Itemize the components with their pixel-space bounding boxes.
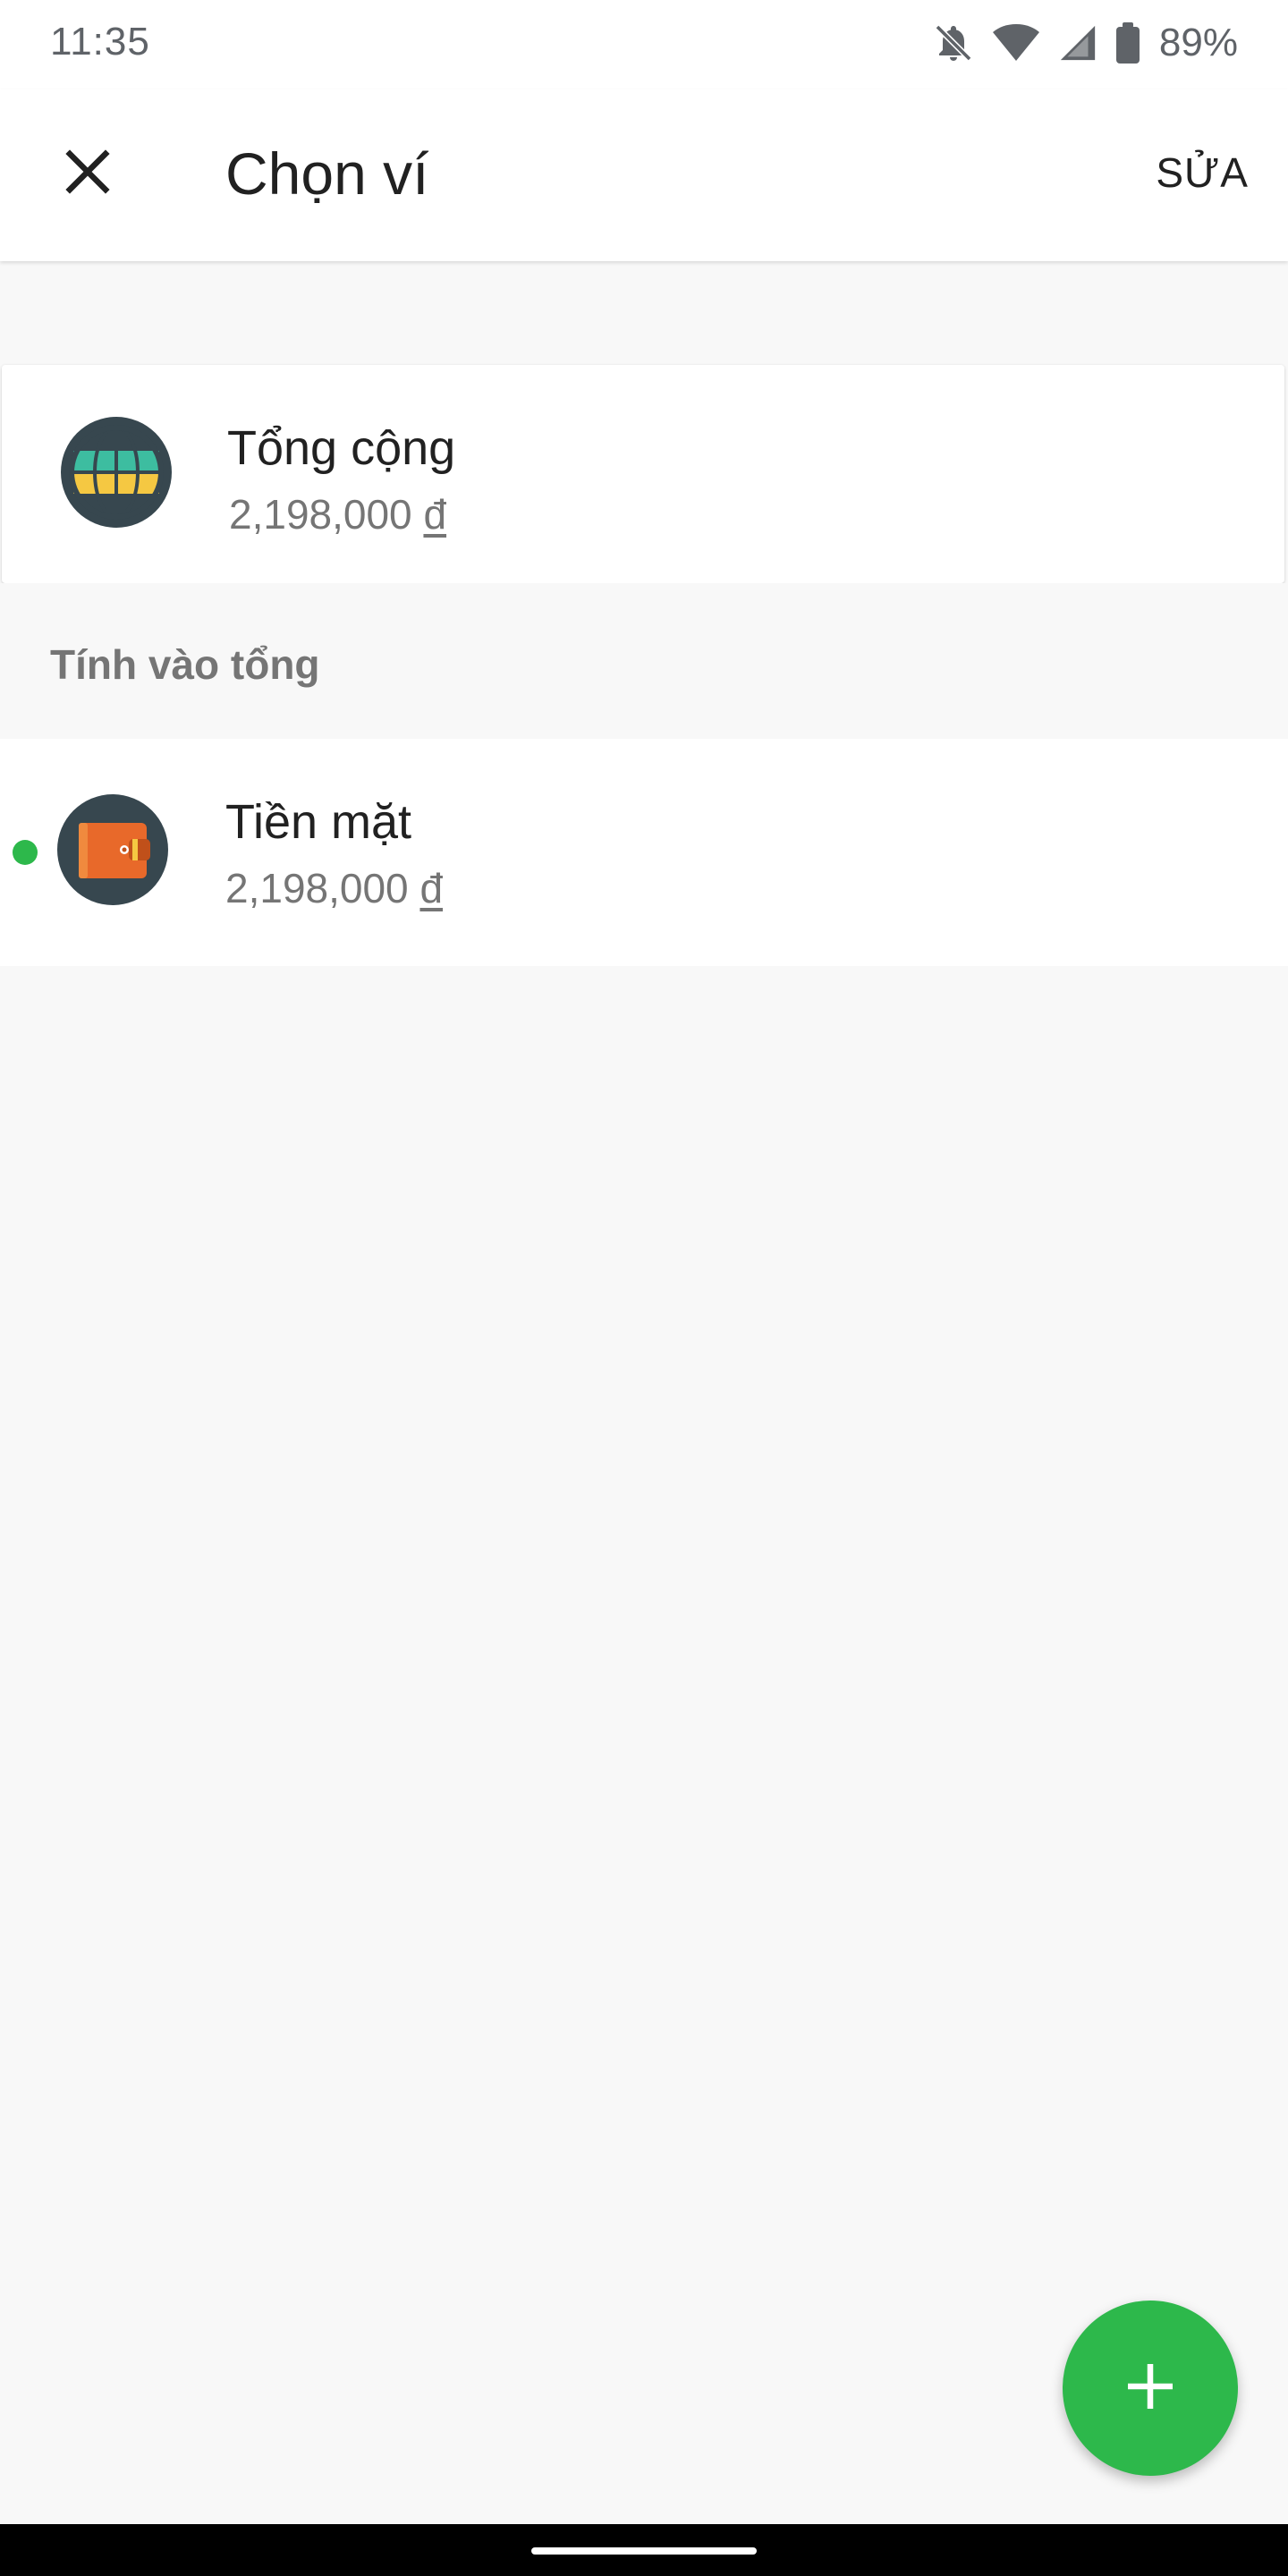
add-wallet-button[interactable] [1063, 2301, 1238, 2476]
wifi-icon [991, 21, 1041, 64]
status-icons: 89% [932, 18, 1238, 68]
wallet-amount: 2,198,000 đ [225, 864, 443, 912]
edit-button[interactable]: SỬA [1156, 148, 1249, 197]
status-time: 11:35 [50, 20, 150, 64]
wallet-currency: đ [419, 865, 444, 911]
total-wallet-card[interactable]: Tổng cộng 2,198,000 đ [2, 365, 1284, 583]
wallet-amount-value: 2,198,000 [225, 865, 409, 911]
active-indicator [13, 840, 38, 865]
close-icon [61, 145, 114, 203]
globe-icon [61, 417, 172, 528]
battery-percent: 89% [1158, 21, 1238, 64]
total-wallet-amount: 2,198,000 đ [229, 490, 446, 538]
close-button[interactable] [50, 136, 125, 211]
wallet-name: Tiền mặt [225, 795, 412, 849]
section-header-label: Tính vào tổng [50, 641, 320, 688]
page-title: Chọn ví [225, 140, 429, 207]
section-header: Tính vào tổng [0, 583, 1288, 737]
bell-off-icon [932, 21, 975, 64]
total-currency: đ [423, 491, 447, 538]
signal-icon [1057, 22, 1098, 64]
total-amount-value: 2,198,000 [229, 491, 412, 538]
home-gesture-handle[interactable] [531, 2547, 757, 2555]
wallet-icon [57, 794, 168, 905]
app-bar: Chọn ví SỬA [0, 89, 1288, 261]
plus-icon [1123, 2360, 1177, 2418]
system-nav-bar [0, 2524, 1288, 2576]
battery-icon [1114, 21, 1141, 64]
wallet-item-cash[interactable]: Tiền mặt 2,198,000 đ [0, 739, 1288, 966]
status-bar: 11:35 89% [0, 0, 1288, 89]
total-wallet-name: Tổng cộng [227, 421, 456, 475]
